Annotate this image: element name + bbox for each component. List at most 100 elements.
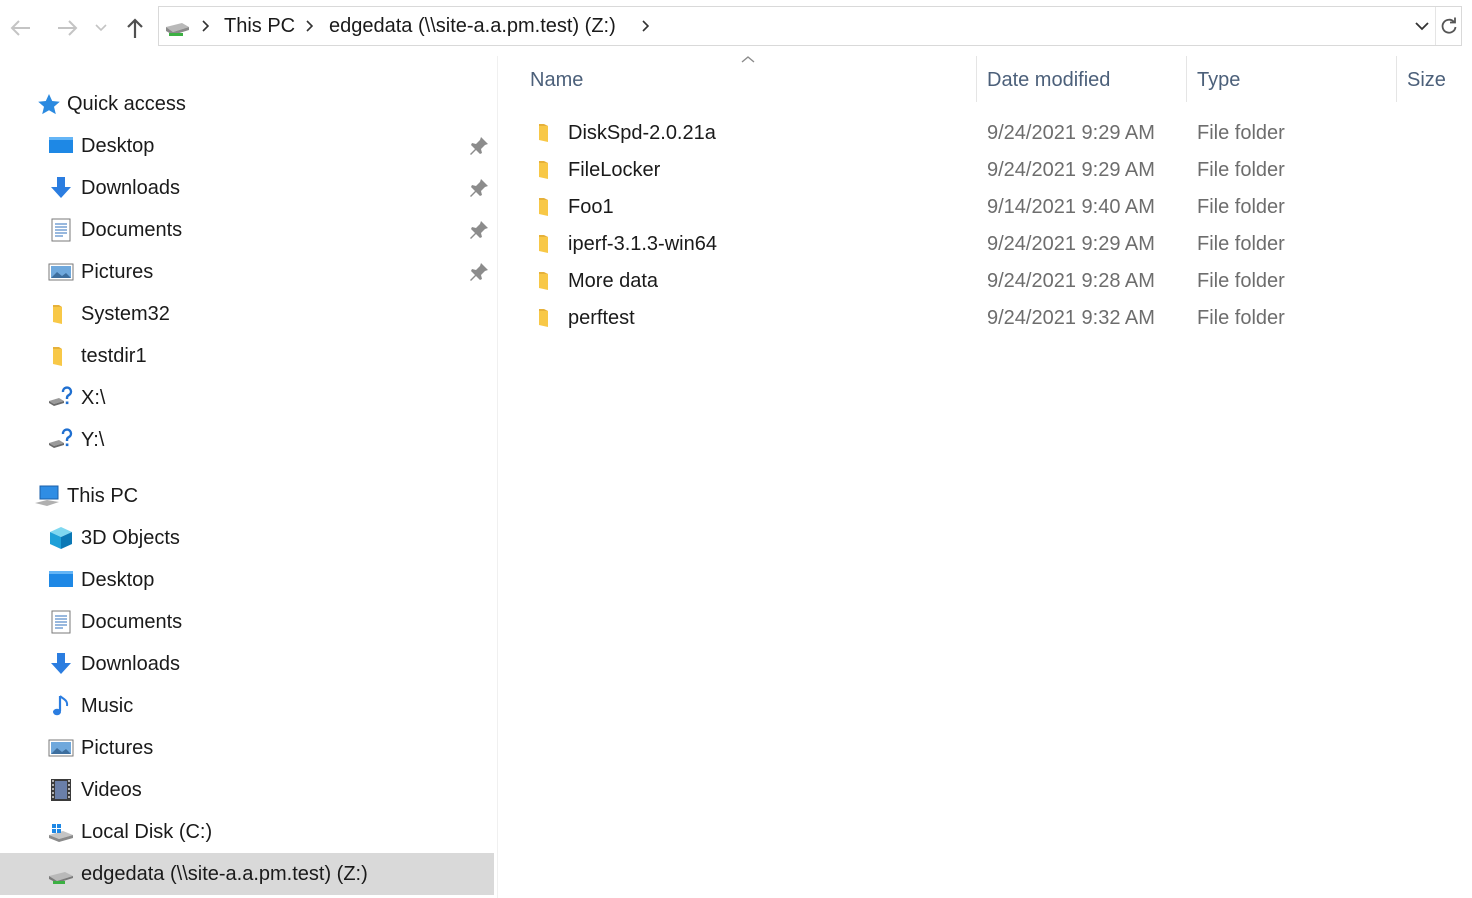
nav-item-pictures[interactable]: Pictures [0, 251, 494, 293]
document-icon [51, 610, 71, 634]
nav-label: Music [81, 695, 134, 717]
nav-item-documents[interactable]: Documents [0, 209, 494, 251]
folder-icon [539, 161, 548, 179]
3d-objects-icon [50, 527, 72, 549]
nav-item-desktop[interactable]: Desktop [0, 125, 494, 167]
folder-icon [53, 305, 62, 324]
arrow-right-icon [58, 20, 78, 36]
file-row[interactable]: DiskSpd-2.0.21a 9/24/2021 9:29 AM File f… [528, 115, 1438, 152]
folder-icon [539, 309, 548, 327]
nav-item-music[interactable]: Music [0, 685, 494, 727]
folder-icon [539, 272, 548, 290]
nav-quick-access[interactable]: Quick access [0, 83, 494, 125]
nav-label: Quick access [67, 93, 186, 115]
file-name: DiskSpd-2.0.21a [568, 122, 716, 144]
nav-label: 3D Objects [81, 527, 180, 549]
recent-locations-button[interactable] [88, 10, 114, 46]
nav-label: Downloads [81, 653, 180, 675]
nav-item-videos[interactable]: Videos [0, 769, 494, 811]
nav-label: testdir1 [81, 345, 147, 367]
file-date-modified: 9/24/2021 9:29 AM [987, 233, 1155, 255]
file-type: File folder [1197, 196, 1285, 218]
column-separator[interactable] [976, 56, 977, 102]
nav-item-desktop[interactable]: Desktop [0, 559, 494, 601]
pin-icon[interactable] [468, 219, 490, 241]
nav-item-pictures[interactable]: Pictures [0, 727, 494, 769]
pin-icon[interactable] [468, 177, 490, 199]
forward-button[interactable] [52, 10, 82, 46]
file-row[interactable]: iperf-3.1.3-win64 9/24/2021 9:29 AM File… [528, 226, 1438, 263]
column-header-type[interactable]: Type [1197, 56, 1395, 104]
nav-item-edgedata-z[interactable]: edgedata (\\site-a.a.pm.test) (Z:) [0, 853, 494, 895]
nav-item-y-drive[interactable]: Y:\ [0, 419, 494, 461]
chevron-right-icon [202, 20, 209, 32]
pin-icon[interactable] [468, 135, 490, 157]
file-row[interactable]: Foo1 9/14/2021 9:40 AM File folder [528, 189, 1438, 226]
breadcrumb-separator[interactable] [195, 7, 215, 45]
pin-icon[interactable] [468, 261, 490, 283]
breadcrumb-this-pc[interactable]: This PC [224, 7, 295, 45]
address-bar[interactable]: This PC edgedata (\\site-a.a.pm.test) (Z… [158, 6, 1462, 46]
up-button[interactable] [120, 10, 150, 46]
file-type: File folder [1197, 307, 1285, 329]
arrow-left-icon [10, 20, 30, 36]
refresh-icon [1441, 17, 1456, 34]
column-header-name[interactable]: Name [530, 56, 976, 104]
arrow-up-icon [127, 18, 143, 38]
chevron-right-icon [642, 20, 649, 32]
nav-label: Pictures [81, 261, 154, 283]
disconnected-drive-icon [49, 428, 73, 448]
file-type: File folder [1197, 122, 1285, 144]
network-drive-icon [49, 872, 73, 884]
nav-item-system32[interactable]: System32 [0, 293, 494, 335]
file-date-modified: 9/24/2021 9:29 AM [987, 159, 1155, 181]
file-name: FileLocker [568, 159, 661, 181]
file-row[interactable]: FileLocker 9/24/2021 9:29 AM File folder [528, 152, 1438, 189]
column-header-size[interactable]: Size [1407, 56, 1467, 104]
disconnected-drive-icon [49, 386, 73, 406]
breadcrumb-separator[interactable] [299, 7, 319, 45]
nav-item-downloads[interactable]: Downloads [0, 643, 494, 685]
file-type: File folder [1197, 270, 1285, 292]
pictures-icon [48, 263, 74, 281]
nav-label: System32 [81, 303, 170, 325]
download-arrow-icon [51, 653, 71, 674]
nav-label: X:\ [81, 387, 106, 409]
nav-item-x-drive[interactable]: X:\ [0, 377, 494, 419]
nav-label: Videos [81, 779, 142, 801]
nav-label: Documents [81, 219, 183, 241]
file-name: perftest [568, 307, 635, 329]
column-separator[interactable] [1186, 56, 1187, 102]
nav-label: Downloads [81, 177, 180, 199]
nav-label: Documents [81, 611, 183, 633]
file-row[interactable]: perftest 9/24/2021 9:32 AM File folder [528, 300, 1438, 337]
nav-item-3d-objects[interactable]: 3D Objects [0, 517, 494, 559]
address-toolbar: This PC edgedata (\\site-a.a.pm.test) (Z… [0, 0, 1472, 56]
file-row[interactable]: More data 9/24/2021 9:28 AM File folder [528, 263, 1438, 300]
address-history-dropdown[interactable] [1411, 7, 1433, 45]
nav-this-pc[interactable]: This PC [0, 475, 494, 517]
nav-label: Y:\ [81, 429, 105, 451]
desktop-icon [49, 571, 73, 587]
refresh-button[interactable] [1435, 7, 1461, 45]
file-list-view: Name Date modified Type Size DiskSpd-2.0… [498, 56, 1472, 898]
column-separator[interactable] [1396, 56, 1397, 102]
file-name: More data [568, 270, 659, 292]
file-type: File folder [1197, 159, 1285, 181]
chevron-right-icon [306, 20, 313, 32]
nav-item-downloads[interactable]: Downloads [0, 167, 494, 209]
breadcrumb-separator[interactable] [635, 7, 655, 45]
nav-item-documents[interactable]: Documents [0, 601, 494, 643]
file-date-modified: 9/24/2021 9:32 AM [987, 307, 1155, 329]
nav-item-local-disk-c[interactable]: Local Disk (C:) [0, 811, 494, 853]
nav-label: Desktop [81, 135, 155, 157]
chevron-down-icon [95, 24, 107, 32]
nav-label: Pictures [81, 737, 154, 759]
back-button[interactable] [6, 10, 36, 46]
breadcrumb-edgedata[interactable]: edgedata (\\site-a.a.pm.test) (Z:) [329, 7, 616, 45]
download-arrow-icon [51, 177, 71, 198]
nav-item-testdir1[interactable]: testdir1 [0, 335, 494, 377]
chevron-down-icon [1415, 21, 1429, 30]
column-header-date[interactable]: Date modified [987, 56, 1185, 104]
nav-label: Desktop [81, 569, 155, 591]
